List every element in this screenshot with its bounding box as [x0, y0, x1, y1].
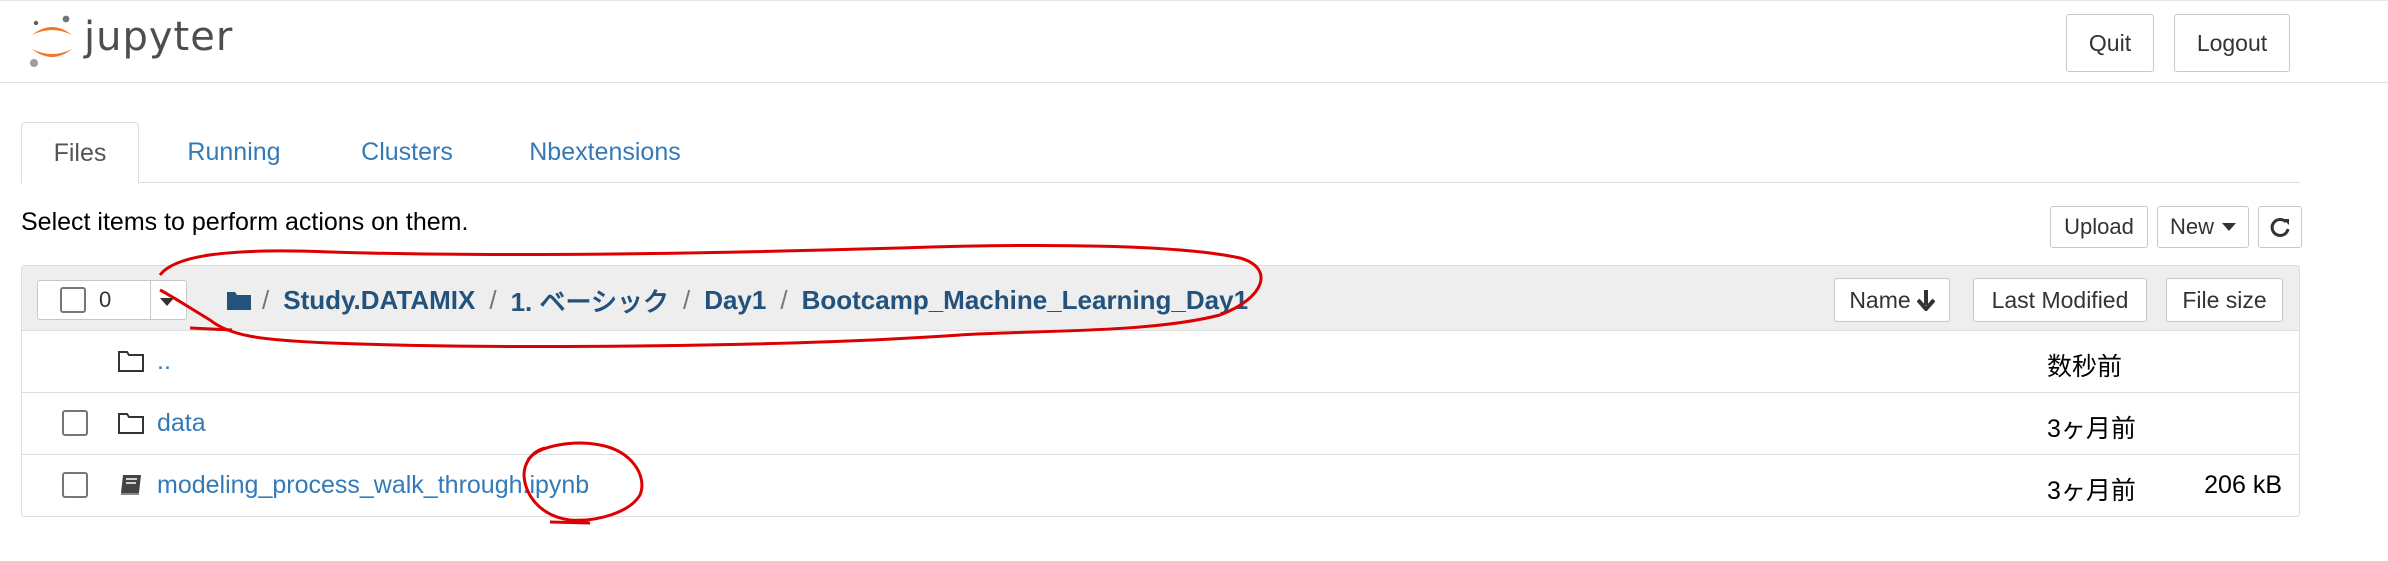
item-modified: 3ヶ月前	[2047, 415, 2136, 443]
item-size: 206 kB	[2204, 471, 2282, 499]
tab-running[interactable]: Running	[149, 122, 319, 183]
breadcrumb-separator: /	[262, 284, 270, 315]
breadcrumb-separator: /	[489, 284, 497, 315]
tab-files[interactable]: Files	[21, 122, 139, 184]
breadcrumb-separator: /	[780, 284, 788, 315]
folder-icon	[118, 351, 144, 372]
refresh-icon	[2270, 217, 2290, 237]
sort-name-label: Name	[1849, 286, 1911, 313]
breadcrumb-item[interactable]: Study.DATAMIX	[283, 285, 475, 316]
upload-button[interactable]: Upload	[2050, 206, 2148, 248]
breadcrumb: / Study.DATAMIX / 1. ベーシック / Day1 / Boot…	[204, 280, 1248, 320]
breadcrumb-item[interactable]: Day1	[704, 285, 766, 316]
item-name-link[interactable]: modeling_process_walk_through.ipynb	[157, 471, 589, 500]
breadcrumb-separator: /	[682, 284, 691, 315]
tab-bar: Files Running Clusters Nbextensions	[21, 122, 2300, 184]
logout-button[interactable]: Logout	[2174, 14, 2290, 72]
list-header: 0 / Study.DATAMIX / 1. ベーシック / Day1 / Bo…	[22, 266, 2299, 331]
arrow-down-icon	[1916, 290, 1935, 311]
list-item[interactable]: modeling_process_walk_through.ipynb 3ヶ月前…	[22, 455, 2299, 517]
select-all-group[interactable]: 0	[37, 280, 187, 320]
item-name-link[interactable]: ..	[157, 347, 171, 376]
notebook-icon	[121, 475, 141, 495]
list-item[interactable]: data 3ヶ月前	[22, 393, 2299, 455]
folder-home-icon[interactable]	[226, 289, 252, 311]
file-list: 0 / Study.DATAMIX / 1. ベーシック / Day1 / Bo…	[21, 265, 2300, 517]
folder-icon	[118, 413, 144, 434]
item-checkbox[interactable]	[62, 472, 88, 498]
header: jupyter Quit Logout	[0, 0, 2388, 83]
caret-down-icon	[2222, 223, 2236, 231]
list-item[interactable]: .. 数秒前	[22, 331, 2299, 393]
new-label: New	[2169, 214, 2214, 239]
refresh-button[interactable]	[2258, 206, 2302, 248]
divider	[150, 281, 151, 319]
jupyter-logo-icon	[30, 15, 72, 67]
item-checkbox[interactable]	[62, 410, 88, 436]
tab-clusters[interactable]: Clusters	[327, 122, 487, 183]
item-name-link[interactable]: data	[157, 409, 206, 438]
sort-by-modified-button[interactable]: Last Modified	[1973, 278, 2147, 322]
ipynb-underline-annotation	[549, 520, 591, 525]
sort-by-name-button[interactable]: Name	[1834, 278, 1950, 322]
breadcrumb-item[interactable]: 1. ベーシック	[511, 282, 669, 319]
logo-text: jupyter	[84, 14, 234, 60]
quit-button[interactable]: Quit	[2066, 14, 2154, 72]
select-all-checkbox[interactable]	[60, 287, 86, 313]
breadcrumb-item[interactable]: Bootcamp_Machine_Learning_Day1	[802, 285, 1248, 316]
tab-nbextensions[interactable]: Nbextensions	[495, 122, 715, 183]
selected-count: 0	[99, 287, 112, 312]
item-modified: 3ヶ月前	[2047, 477, 2136, 505]
selection-hint: Select items to perform actions on them.	[21, 208, 469, 236]
jupyter-logo[interactable]: jupyter	[26, 11, 233, 71]
sort-by-size-button[interactable]: File size	[2166, 278, 2283, 322]
new-dropdown-button[interactable]: New	[2157, 206, 2249, 248]
select-menu-caret-icon[interactable]	[160, 298, 174, 306]
item-modified: 数秒前	[2047, 353, 2123, 381]
